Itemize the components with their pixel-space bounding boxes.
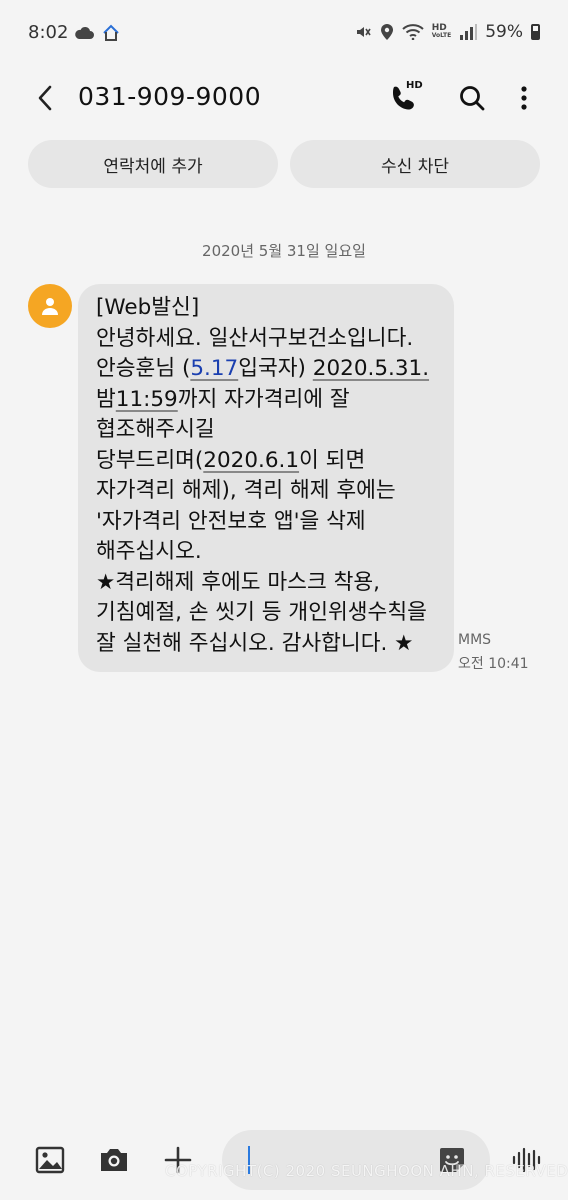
message-line: 안녕하세요. 일산서구보건소입니다. <box>96 324 444 355</box>
avatar[interactable] <box>28 284 72 328</box>
mute-icon <box>356 27 371 37</box>
copyright-watermark: COPYRIGHT(C) 2020 SEUNGHOON AHN, RESERVE… <box>165 1162 568 1180</box>
message-text: 까지 자가격리에 잘 <box>177 386 350 412</box>
message-line: 밤11:59까지 자가격리에 잘 <box>96 385 444 416</box>
wifi-icon <box>402 24 424 40</box>
back-button[interactable] <box>30 82 62 114</box>
messages-screen: 8:02 HD VoLTE 59% 031-909-9000 HD 연락처에 추… <box>0 0 568 1200</box>
person-icon <box>42 298 58 315</box>
status-bar: 8:02 HD VoLTE 59% <box>0 0 568 70</box>
message-meta: MMS 오전 10:41 <box>458 628 529 676</box>
signal-icon <box>460 24 478 40</box>
image-icon <box>35 1146 65 1174</box>
date-link[interactable]: 5.17 <box>190 356 238 381</box>
search-button[interactable] <box>456 82 488 114</box>
message-line: '자가격리 안전보호 앱'을 삭제 <box>96 507 444 538</box>
status-time: 8:02 <box>28 22 69 43</box>
message-line: 기침예절, 손 씻기 등 개인위생수칙을 <box>96 598 444 629</box>
message-text: ★격리해제 후에도 마스크 착용, <box>96 569 380 595</box>
status-left-icons <box>74 24 120 42</box>
back-arrow-icon <box>38 85 52 111</box>
hd-label: HD <box>406 80 423 91</box>
message-text: 입국자) <box>238 356 313 381</box>
more-options-button[interactable] <box>508 82 540 114</box>
message-text: '자가격리 안전보호 앱'을 삭제 <box>96 508 366 534</box>
message-text: 밤 <box>96 386 116 412</box>
message-bubble[interactable]: [Web발신] 안녕하세요. 일산서구보건소입니다. 안승훈님 (5.17입국자) … <box>78 284 454 672</box>
message-text: 잘 실천해 주십시오. 감사합니다. ★ <box>96 630 414 656</box>
message-line: 자가격리 해제), 격리 해제 후에는 <box>96 476 444 507</box>
date-link[interactable]: 11:59 <box>116 387 178 412</box>
add-to-contacts-button[interactable]: 연락처에 추가 <box>28 140 278 188</box>
conversation-header: 031-909-9000 HD <box>0 70 568 126</box>
message-line: 해주십시오. <box>96 537 444 568</box>
message-text: 해주십시오. <box>96 539 202 564</box>
message-type: MMS <box>458 632 492 648</box>
gallery-button[interactable] <box>32 1142 68 1178</box>
cloud-icon <box>75 26 94 39</box>
message-text: [Web발신] <box>96 295 200 320</box>
message-line: 협조해주시길 <box>96 415 444 446</box>
battery-icon <box>531 24 540 40</box>
message-text: 당부드리며( <box>96 447 204 473</box>
camera-icon <box>101 1149 127 1171</box>
hd-voice-label-top: HD <box>431 23 447 33</box>
message-text: 기침예절, 손 씻기 등 개인위생수칙을 <box>96 600 427 625</box>
message-text: 자가격리 해제), 격리 해제 후에는 <box>96 478 396 503</box>
message-text: 안승훈님 ( <box>96 356 191 381</box>
home-icon <box>103 24 119 41</box>
hd-call-button[interactable]: HD <box>388 80 423 114</box>
conversation-title: 031-909-9000 <box>78 82 262 111</box>
contact-actions: 연락처에 추가 수신 차단 <box>28 140 540 188</box>
hd-voice-icon: HD VoLTE <box>432 24 451 40</box>
message-line: 잘 실천해 주십시오. 감사합니다. ★ <box>96 629 444 660</box>
composer-bar <box>0 1120 568 1200</box>
message-line: ★격리해제 후에도 마스크 착용, <box>96 568 444 599</box>
date-divider: 2020년 5월 31일 일요일 <box>202 242 366 260</box>
message-text: 협조해주시길 <box>96 417 215 442</box>
message-time: 오전 10:41 <box>458 656 529 672</box>
hd-voice-label-bottom: VoLTE <box>431 32 452 39</box>
search-icon <box>460 86 485 111</box>
message-text: 안녕하세요. 일산서구보건소입니다. <box>96 325 414 351</box>
message-text: 이 되면 <box>299 447 366 473</box>
message-line: 안승훈님 (5.17입국자) 2020.5.31. <box>96 354 444 385</box>
location-icon <box>380 24 393 40</box>
battery-percent: 59% <box>485 22 523 42</box>
message-line: 당부드리며(2020.6.1이 되면 <box>96 446 444 477</box>
status-right: HD VoLTE 59% <box>354 22 540 42</box>
block-number-button[interactable]: 수신 차단 <box>290 140 540 188</box>
date-link[interactable]: 2020.6.1 <box>203 448 299 473</box>
camera-button[interactable] <box>96 1142 132 1178</box>
message-line: [Web발신] <box>96 293 444 324</box>
date-link[interactable]: 2020.5.31. <box>313 356 429 381</box>
message-input[interactable] <box>222 1130 490 1190</box>
more-vertical-icon <box>521 86 527 110</box>
